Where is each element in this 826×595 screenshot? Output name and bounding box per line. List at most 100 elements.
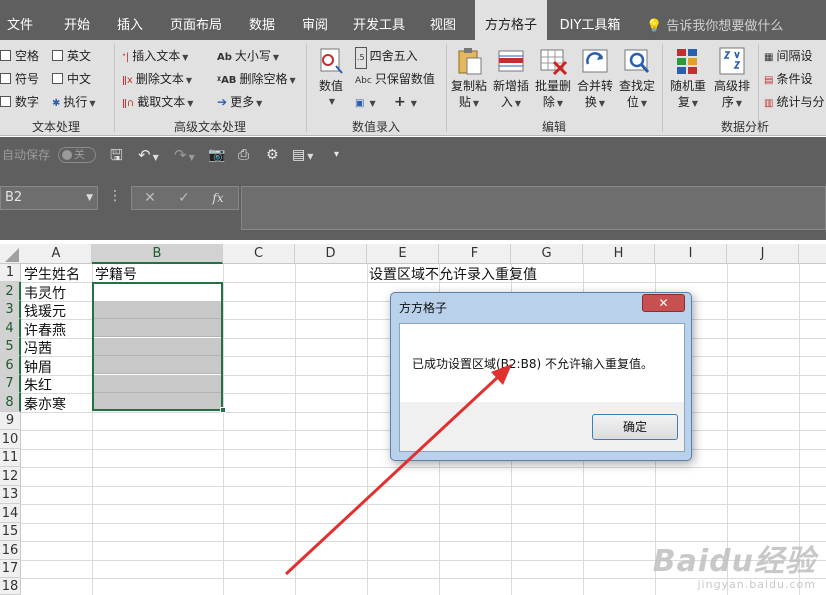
- merge-convert-button[interactable]: 合并转 换 ▼: [575, 46, 615, 112]
- tab-insert[interactable]: 插入: [108, 0, 152, 40]
- tab-review[interactable]: 审阅: [293, 0, 337, 40]
- tab-fangfang[interactable]: 方方格子: [475, 0, 547, 40]
- remove-spaces-button[interactable]: ᵡAB 删除空格 ▼: [217, 69, 296, 89]
- cell-a7[interactable]: 朱红: [24, 375, 52, 395]
- column-header-b[interactable]: B: [92, 244, 223, 264]
- column-header-a[interactable]: A: [21, 244, 92, 264]
- random-repeat-button[interactable]: 随机重 复 ▼: [668, 46, 708, 112]
- cell-b1[interactable]: 学籍号: [95, 264, 137, 284]
- insert-text-button[interactable]: ᐩ| 插入文本 ▼: [122, 46, 188, 66]
- condition-settings-button[interactable]: ▤ 条件设: [764, 69, 812, 89]
- row-header[interactable]: 3: [0, 301, 21, 319]
- customize-qat-icon[interactable]: ▾: [334, 146, 339, 164]
- form-icon[interactable]: ▤ ▼: [292, 146, 313, 164]
- row-header[interactable]: 1: [0, 264, 21, 282]
- find-locate-button[interactable]: 查找定 位 ▼: [617, 46, 657, 112]
- save-icon[interactable]: 🖫: [110, 146, 123, 164]
- cell-a5[interactable]: 冯茜: [24, 338, 52, 358]
- cell-a6[interactable]: 钟眉: [24, 357, 52, 377]
- tab-view[interactable]: 视图: [421, 0, 465, 40]
- name-box[interactable]: B2 ▼: [0, 186, 98, 210]
- tab-diy-toolbox[interactable]: DIY工具箱: [556, 0, 624, 40]
- cell-a4[interactable]: 许春燕: [24, 320, 66, 340]
- row-header[interactable]: 13: [0, 486, 21, 504]
- tab-home[interactable]: 开始: [55, 0, 99, 40]
- dialog-close-button[interactable]: ✕: [642, 294, 685, 312]
- undo-icon[interactable]: ↶ ▼: [138, 146, 159, 164]
- sort-az-icon: [717, 46, 747, 76]
- row-header[interactable]: 5: [0, 338, 21, 356]
- resize-handle-icon[interactable]: ⋮: [108, 188, 122, 204]
- column-header-e[interactable]: E: [367, 244, 439, 264]
- stats-button[interactable]: ▥ 统计与分: [764, 92, 824, 112]
- column-header-c[interactable]: C: [223, 244, 295, 264]
- column-header-g[interactable]: G: [511, 244, 583, 264]
- column-header-d[interactable]: D: [295, 244, 367, 264]
- row-header[interactable]: 12: [0, 467, 21, 486]
- row-header[interactable]: 11: [0, 449, 21, 467]
- checkbox-english[interactable]: 英文: [52, 46, 91, 66]
- tab-developer[interactable]: 开发工具: [348, 0, 410, 40]
- touch-mode-icon[interactable]: ⚙: [266, 146, 279, 164]
- row-header[interactable]: 8: [0, 393, 21, 412]
- column-header-h[interactable]: H: [583, 244, 655, 264]
- column-header-i[interactable]: I: [655, 244, 727, 264]
- cell-a2[interactable]: 韦灵竹: [24, 283, 66, 303]
- interval-settings-button[interactable]: ▦ 间隔设: [764, 46, 812, 66]
- extract-text-button[interactable]: ǁ∩ 截取文本 ▼: [122, 92, 193, 112]
- column-header-j[interactable]: J: [727, 244, 799, 264]
- cell-a3[interactable]: 钱瑗元: [24, 301, 66, 321]
- row-header[interactable]: 7: [0, 375, 21, 393]
- cell-a8[interactable]: 秦亦寒: [24, 394, 66, 414]
- numeric-button[interactable]: 数值 ▼: [312, 46, 350, 110]
- checkbox-space[interactable]: 空格: [0, 46, 39, 66]
- cancel-formula-button[interactable]: ✕: [136, 189, 164, 207]
- tab-data[interactable]: 数据: [240, 0, 284, 40]
- row-header[interactable]: 18: [0, 578, 21, 595]
- case-button[interactable]: Ab 大小写 ▼: [217, 46, 279, 66]
- tell-me-box[interactable]: 💡 告诉我你想要做什么: [646, 0, 783, 40]
- advanced-sort-button[interactable]: 高级排 序 ▼: [710, 46, 754, 112]
- keep-values-button[interactable]: Abc 只保留数值: [355, 69, 435, 89]
- cell-a1[interactable]: 学生姓名: [24, 264, 80, 284]
- redo-icon[interactable]: ↷ ▼: [174, 146, 195, 164]
- row-header[interactable]: 14: [0, 504, 21, 523]
- row-header[interactable]: 16: [0, 541, 21, 560]
- row-header[interactable]: 17: [0, 560, 21, 578]
- print-preview-icon[interactable]: ⎙: [238, 146, 249, 164]
- row-header[interactable]: 9: [0, 412, 21, 430]
- entry-add-button[interactable]: + ▼: [394, 92, 417, 112]
- row-header[interactable]: 10: [0, 430, 21, 449]
- select-all-corner[interactable]: [0, 244, 21, 264]
- checkbox-symbol[interactable]: 符号: [0, 69, 39, 89]
- column-header-f[interactable]: F: [439, 244, 511, 264]
- round-button[interactable]: .5 四舍五入: [355, 46, 418, 69]
- entry-edit-button[interactable]: ▣ ▼: [355, 92, 376, 112]
- more-button[interactable]: ➔ 更多 ▼: [217, 92, 262, 112]
- row-header[interactable]: 2: [0, 282, 21, 301]
- fill-handle[interactable]: [220, 407, 226, 413]
- checkbox-number[interactable]: 数字: [0, 92, 39, 112]
- group-divider: [306, 44, 307, 132]
- row-header[interactable]: 4: [0, 319, 21, 338]
- formula-input[interactable]: [241, 186, 826, 230]
- tab-file[interactable]: 文件: [0, 0, 40, 40]
- row-header[interactable]: 15: [0, 523, 21, 541]
- tab-page-layout[interactable]: 页面布局: [163, 0, 229, 40]
- checkbox-chinese[interactable]: 中文: [52, 69, 91, 89]
- delete-text-button[interactable]: ǁx 删除文本 ▼: [122, 69, 192, 89]
- selection-range[interactable]: [92, 282, 223, 411]
- copy-paste-button[interactable]: 复制粘 贴 ▼: [449, 46, 489, 112]
- insert-function-button[interactable]: fx: [204, 189, 232, 207]
- delete-grid-icon: [538, 46, 568, 76]
- add-insert-button[interactable]: 新增插 入 ▼: [491, 46, 531, 112]
- row-header[interactable]: 6: [0, 356, 21, 375]
- execute-button[interactable]: ✱ 执行 ▼: [52, 92, 96, 112]
- ok-button[interactable]: 确定: [592, 414, 678, 440]
- enter-formula-button[interactable]: ✓: [170, 189, 198, 207]
- camera-icon[interactable]: 📷: [208, 146, 225, 164]
- condition-icon: ▤: [764, 75, 774, 86]
- cell-e1[interactable]: 设置区域不允许录入重复值: [369, 264, 537, 284]
- batch-delete-button[interactable]: 批量删 除 ▼: [533, 46, 573, 112]
- autosave-toggle[interactable]: 关: [58, 147, 96, 163]
